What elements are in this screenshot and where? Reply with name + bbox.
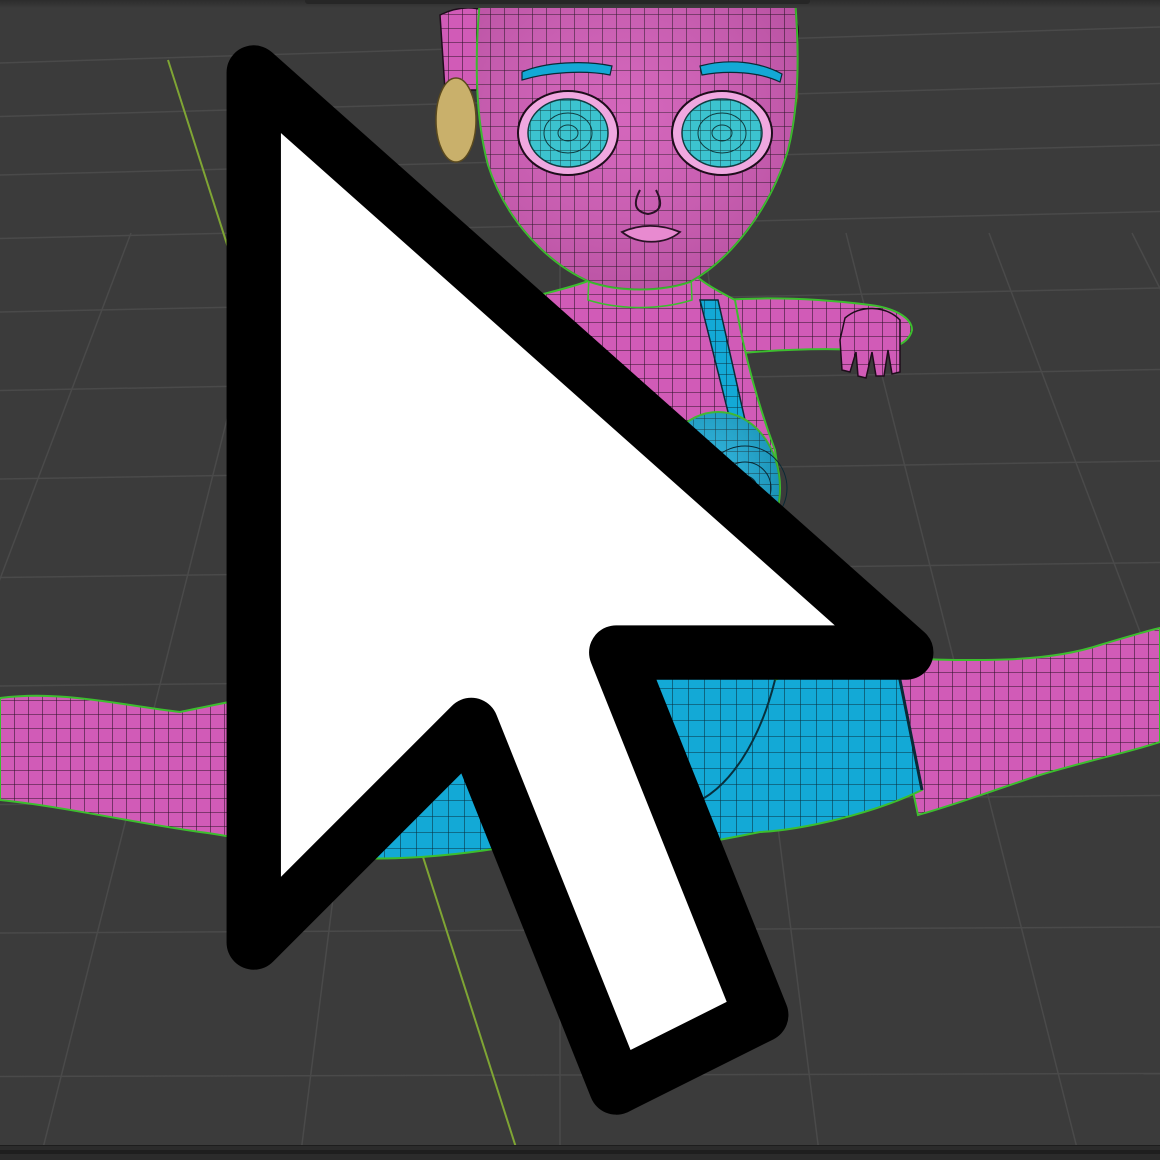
mouse-pointer-icon [226, 45, 934, 1115]
3d-viewport[interactable] [0, 0, 1160, 1160]
